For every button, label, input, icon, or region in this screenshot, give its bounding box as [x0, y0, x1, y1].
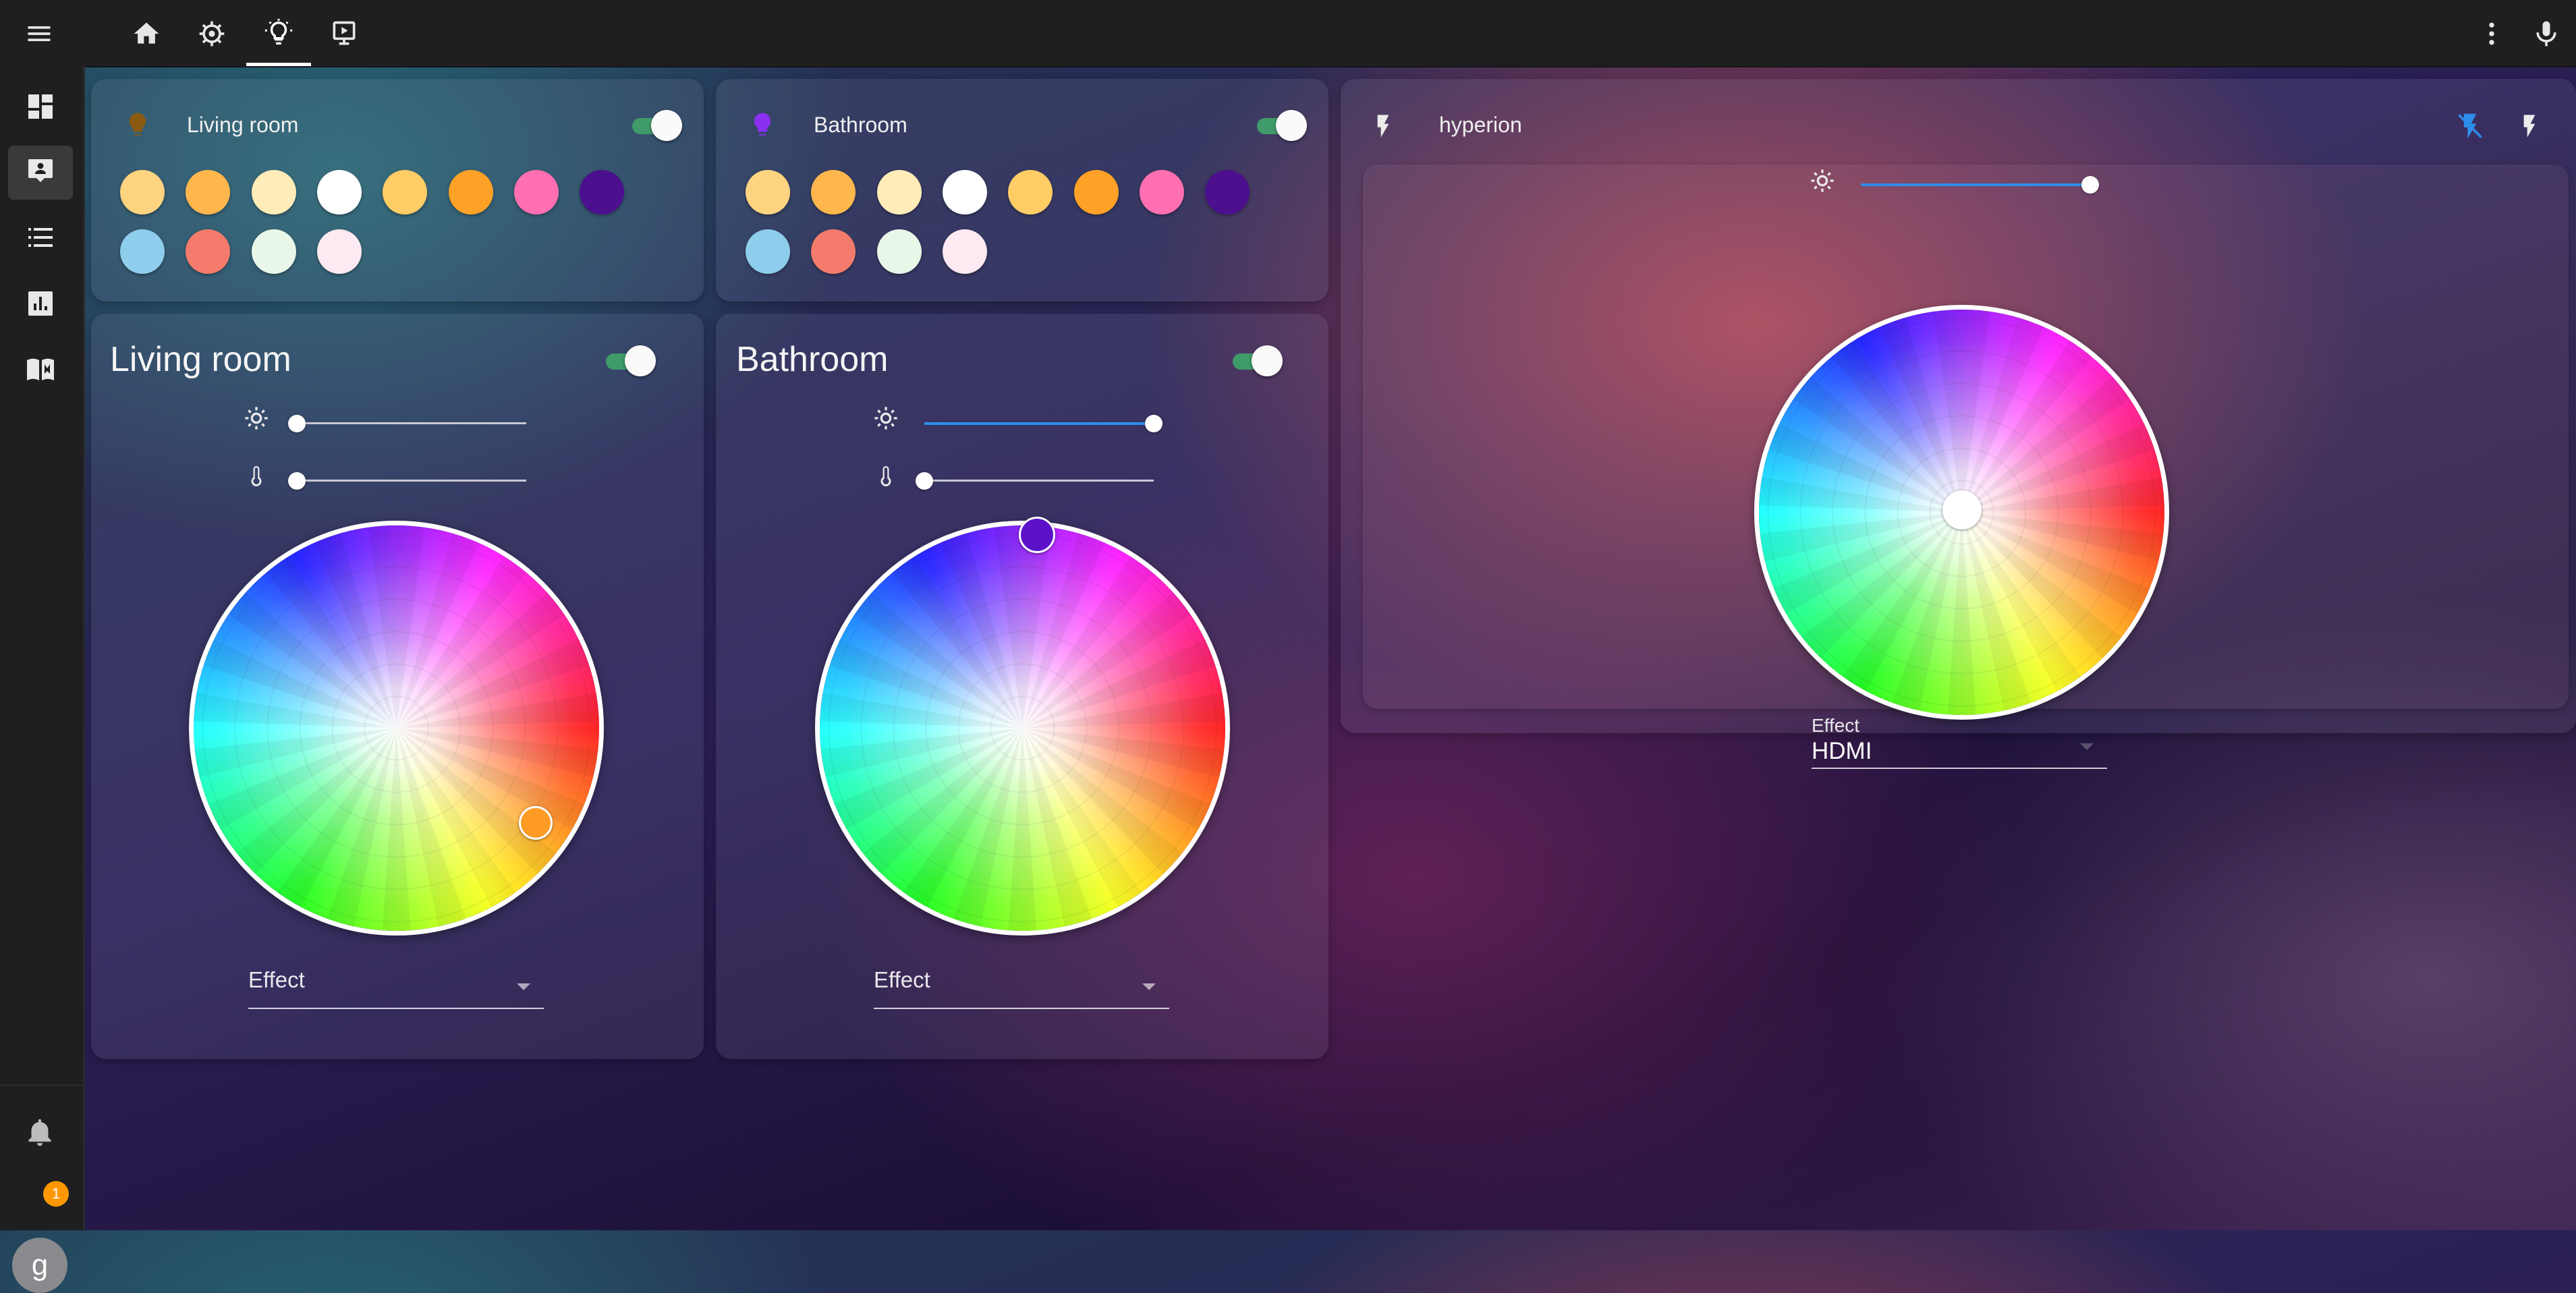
- preset-swatch[interactable]: [746, 170, 790, 214]
- preset-swatch[interactable]: [580, 170, 624, 214]
- hyperion-controls: Effect HDMI: [1363, 165, 2569, 769]
- chevron-down-icon: [517, 983, 530, 990]
- color-wheel[interactable]: [189, 521, 604, 936]
- light-title: hyperion: [1439, 113, 1522, 137]
- preset-card-living-room: Living room: [91, 79, 704, 301]
- preset-swatch[interactable]: [186, 229, 230, 274]
- dashboard-icon[interactable]: [24, 90, 57, 123]
- color-wheel-marker[interactable]: [1942, 490, 1982, 529]
- chevron-down-icon: [1142, 983, 1156, 990]
- color-temp-slider[interactable]: [288, 470, 526, 492]
- preset-swatch[interactable]: [1074, 170, 1119, 214]
- preset-swatch[interactable]: [877, 229, 922, 274]
- book-icon[interactable]: [23, 353, 58, 386]
- effect-label: Effect: [1812, 715, 1860, 736]
- preset-swatch[interactable]: [252, 170, 296, 214]
- more-vertical-icon[interactable]: [2477, 19, 2507, 49]
- flash-icon[interactable]: [2516, 111, 2543, 141]
- color-wheel[interactable]: [815, 521, 1230, 936]
- lightbulb-icon: [123, 111, 152, 139]
- effect-select[interactable]: Effect HDMI: [1812, 715, 2107, 769]
- preset-swatch[interactable]: [317, 170, 362, 214]
- preset-swatch[interactable]: [1205, 170, 1250, 214]
- preset-toggle[interactable]: [1253, 110, 1307, 141]
- preset-swatch[interactable]: [252, 229, 296, 274]
- sidebar: 1 g: [0, 66, 85, 1293]
- preset-swatch[interactable]: [811, 229, 856, 274]
- brightness-icon: [872, 405, 899, 432]
- sidebar-divider: [0, 1085, 83, 1086]
- light-title: Bathroom: [736, 340, 889, 379]
- preset-swatch[interactable]: [1140, 170, 1184, 214]
- flash-off-icon[interactable]: [2455, 111, 2485, 141]
- preset-swatch[interactable]: [317, 229, 362, 274]
- thermometer-icon: [874, 461, 898, 491]
- lightbulb-icon[interactable]: [263, 18, 294, 49]
- color-wheel-marker[interactable]: [519, 806, 553, 840]
- preset-card-bathroom: Bathroom: [716, 79, 1328, 301]
- preset-toggle[interactable]: [628, 110, 682, 141]
- color-temp-slider[interactable]: [916, 470, 1154, 492]
- light-toggle[interactable]: [1229, 345, 1283, 376]
- preset-swatch[interactable]: [120, 170, 165, 214]
- effect-select[interactable]: Effect: [874, 958, 1169, 1009]
- home-icon[interactable]: [132, 19, 161, 49]
- preset-swatch[interactable]: [186, 170, 230, 214]
- list-icon[interactable]: [24, 221, 57, 254]
- preset-swatch[interactable]: [120, 229, 165, 274]
- preset-swatch[interactable]: [514, 170, 559, 214]
- preset-swatch[interactable]: [1008, 170, 1053, 214]
- brightness-icon: [1809, 167, 1836, 194]
- notifications-icon[interactable]: [23, 1115, 57, 1149]
- effect-label: Effect: [248, 967, 305, 992]
- brightness-slider[interactable]: [288, 413, 526, 434]
- effect-select[interactable]: Effect: [248, 958, 544, 1009]
- brightness-slider[interactable]: [1861, 174, 2099, 196]
- preset-title: Living room: [187, 113, 299, 137]
- notification-badge: 1: [43, 1181, 69, 1207]
- preset-swatch[interactable]: [746, 229, 790, 274]
- brightness-slider[interactable]: [924, 413, 1163, 434]
- lightbulb-icon: [748, 111, 777, 139]
- light-card-hyperion: hyperion Effect HDMI: [1341, 79, 2576, 769]
- preset-swatch[interactable]: [811, 170, 856, 214]
- chevron-down-icon: [2080, 743, 2094, 750]
- menu-icon[interactable]: [24, 19, 54, 49]
- effect-value: HDMI: [1812, 738, 1872, 764]
- preset-swatch[interactable]: [943, 170, 987, 214]
- light-title: Living room: [110, 340, 291, 379]
- preset-title: Bathroom: [814, 113, 907, 137]
- preset-swatch[interactable]: [383, 170, 427, 214]
- preset-swatch[interactable]: [943, 229, 987, 274]
- avatar[interactable]: g: [12, 1238, 67, 1293]
- flash-icon: [1370, 111, 1397, 141]
- devices-icon[interactable]: [197, 19, 227, 49]
- light-card-bathroom: Bathroom Effect: [716, 314, 1328, 1059]
- light-toggle[interactable]: [602, 345, 656, 376]
- microphone-icon[interactable]: [2531, 19, 2561, 49]
- active-tab-indicator: [246, 63, 311, 66]
- dashboard-alt-icon[interactable]: [24, 155, 57, 188]
- effect-label: Effect: [874, 967, 930, 992]
- brightness-icon: [243, 405, 270, 432]
- light-card-living-room: Living room Effect: [91, 314, 704, 1059]
- preset-swatch[interactable]: [877, 170, 922, 214]
- preset-swatch[interactable]: [449, 170, 493, 214]
- media-player-icon[interactable]: [329, 19, 359, 49]
- color-wheel-marker[interactable]: [1019, 517, 1055, 553]
- thermometer-icon: [244, 461, 269, 491]
- chart-icon[interactable]: [24, 287, 57, 320]
- top-app-bar: [0, 0, 2576, 67]
